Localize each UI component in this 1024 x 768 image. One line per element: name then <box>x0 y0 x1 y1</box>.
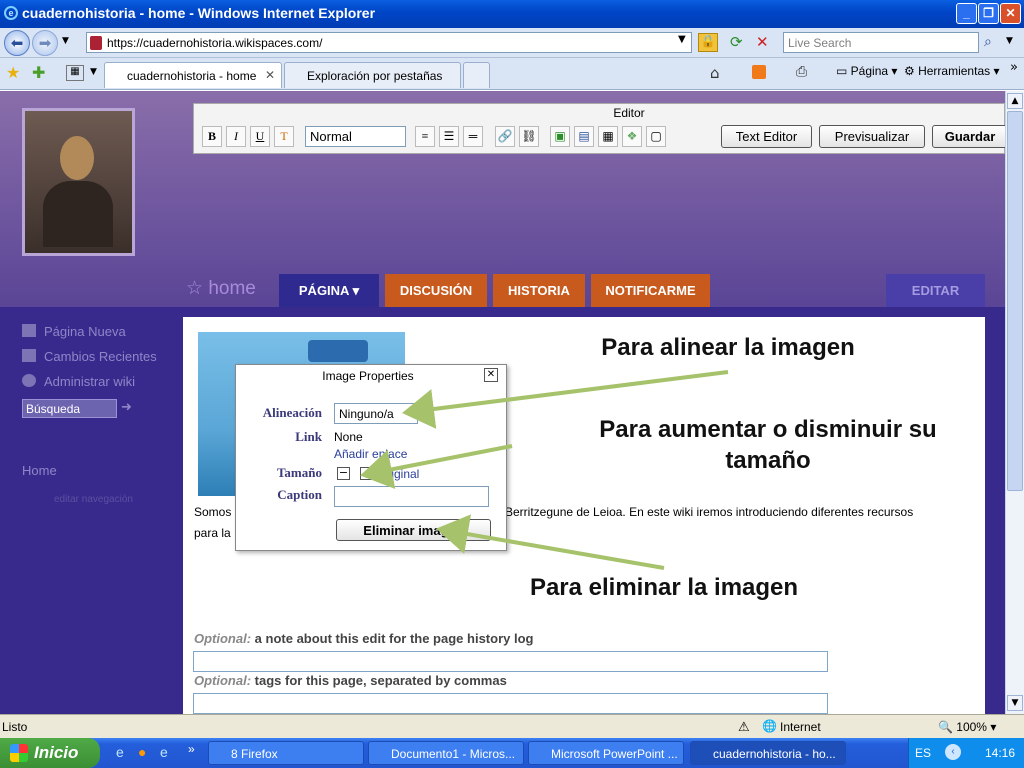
quicklaunch-browser-icon[interactable]: e <box>160 744 168 760</box>
annotation-resize: Para aumentar o disminuir su tamaño <box>599 416 937 474</box>
protected-mode-icon[interactable]: ⚠ <box>738 719 750 735</box>
task-label: cuadernohistoria - ho... <box>713 747 836 761</box>
status-text: Listo <box>2 720 28 734</box>
start-label: Inicio <box>34 743 79 762</box>
status-bar: Listo ⚠ 🌐 Internet 🔍 100% ▾ <box>0 714 1024 738</box>
quicklaunch-ie-icon[interactable]: e <box>116 744 124 760</box>
quicklaunch-overflow-icon[interactable]: » <box>188 742 195 756</box>
zoom-value: 100% <box>956 720 987 734</box>
annotation-delete: Para eliminar la imagen <box>529 574 799 601</box>
annotation-arrows <box>360 370 729 570</box>
taskbar-powerpoint[interactable]: Microsoft PowerPoint ... <box>528 741 684 765</box>
windows-logo-icon <box>10 744 28 762</box>
scroll-down-icon[interactable]: ▼ <box>1007 695 1023 711</box>
annotation-align: Para alinear la imagen <box>601 334 855 361</box>
internet-zone-icon: 🌐 <box>762 719 777 733</box>
zoom-control[interactable]: 🔍 100% ▾ <box>938 720 996 734</box>
task-label: Microsoft PowerPoint ... <box>551 747 678 761</box>
arrow-delete <box>436 514 665 570</box>
tray-expand-icon[interactable]: ‹ <box>945 744 961 760</box>
task-label: Documento1 - Micros... <box>391 747 516 761</box>
zone-text: Internet <box>780 720 821 734</box>
scroll-thumb[interactable] <box>1007 111 1023 491</box>
page-scrollbar[interactable]: ▲ ▼ <box>1005 91 1024 714</box>
clock: 14:16 <box>985 746 1016 760</box>
taskbar-firefox[interactable]: 8 Firefox <box>208 741 364 765</box>
taskbar: Inicio e ● e » 8 Firefox Documento1 - Mi… <box>0 738 1024 768</box>
language-indicator[interactable]: ES <box>915 746 931 760</box>
scroll-up-icon[interactable]: ▲ <box>1007 93 1023 109</box>
arrow-align <box>402 370 729 429</box>
system-tray: ES ‹ 14:16 <box>908 738 1024 768</box>
taskbar-word[interactable]: Documento1 - Micros... <box>368 741 524 765</box>
quicklaunch-firefox-icon[interactable]: ● <box>138 744 146 760</box>
task-label: 8 Firefox <box>231 747 278 761</box>
taskbar-ie[interactable]: cuadernohistoria - ho... <box>690 741 846 765</box>
arrow-resize <box>360 444 513 490</box>
